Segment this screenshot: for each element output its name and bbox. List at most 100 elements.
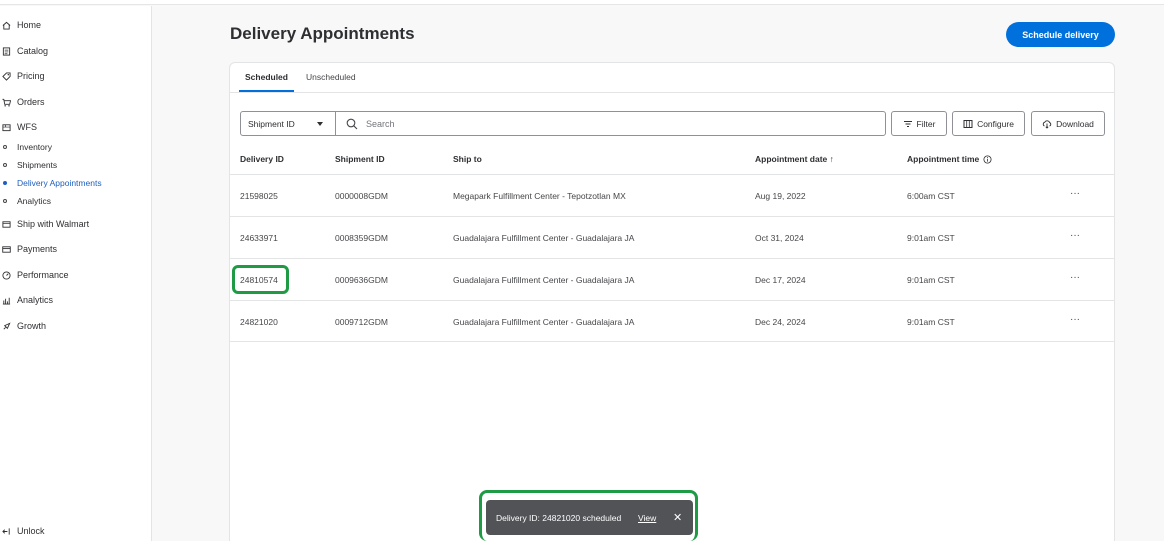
column-header-ship-to[interactable]: Ship to (453, 154, 482, 164)
filter-icon (903, 120, 912, 127)
chart-icon (1, 295, 11, 305)
close-icon[interactable]: ✕ (673, 511, 682, 524)
box-icon (1, 219, 11, 229)
tab-unscheduled[interactable]: Unscheduled (306, 72, 356, 92)
column-header-label: Appointment time (907, 154, 980, 164)
sidebar-item-growth[interactable]: Growth (0, 318, 46, 334)
appointment-date-cell: Dec 24, 2024 (755, 317, 806, 327)
sidebar-item-label: Pricing (17, 71, 45, 81)
tab-scheduled[interactable]: Scheduled (239, 72, 294, 92)
table-row[interactable]: 24633971 0008359GDM Guadalajara Fulfillm… (230, 216, 1114, 258)
bullet-icon (3, 163, 7, 167)
configure-button-label: Configure (977, 118, 1014, 129)
appointment-time-cell: 9:01am CST (907, 275, 955, 285)
sidebar-item-orders[interactable]: Orders (0, 94, 45, 110)
more-actions-icon[interactable]: ··· (1070, 272, 1080, 283)
search-field-select[interactable]: Shipment ID (240, 111, 336, 136)
home-icon (1, 20, 11, 30)
sidebar-item-ship-with-walmart[interactable]: Ship with Walmart (0, 216, 89, 232)
top-bar (0, 0, 1164, 5)
sidebar-item-payments[interactable]: Payments (0, 241, 57, 257)
table-row[interactable]: 24821020 0009712GDM Guadalajara Fulfillm… (230, 300, 1114, 342)
column-header-delivery-id[interactable]: Delivery ID (240, 154, 284, 164)
sidebar-item-analytics[interactable]: Analytics (0, 292, 53, 308)
column-header-appointment-date[interactable]: Appointment date ↑ (755, 154, 834, 164)
tab-bar: Scheduled Unscheduled (230, 63, 1114, 93)
search-box[interactable] (335, 111, 886, 136)
page-title: Delivery Appointments (230, 24, 415, 43)
sidebar: Home Catalog Pricing Orders WFS Inventor… (0, 6, 152, 541)
cart-icon (1, 97, 11, 107)
unlock-icon (1, 526, 11, 536)
sidebar-item-catalog[interactable]: Catalog (0, 43, 48, 59)
sidebar-subitem-label: Analytics (17, 196, 52, 206)
sidebar-item-label: Growth (17, 321, 47, 331)
sidebar-item-performance[interactable]: Performance (0, 267, 69, 283)
bullet-icon (3, 145, 7, 149)
chevron-down-icon (317, 122, 323, 126)
sidebar-subitem-label: Delivery Appointments (17, 178, 102, 188)
sidebar-item-wfs[interactable]: WFS (0, 119, 37, 135)
download-button-label: Download (1056, 118, 1094, 129)
shipment-id-cell: 0009712GDM (335, 317, 388, 327)
sidebar-item-label: Analytics (17, 295, 54, 305)
appointment-date-cell: Aug 19, 2022 (755, 191, 806, 201)
shipment-id-cell: 0009636GDM (335, 275, 388, 285)
appointments-card: Scheduled Unscheduled Shipment ID Filter… (229, 62, 1115, 541)
card-icon (1, 244, 11, 254)
sidebar-item-label: Performance (17, 270, 69, 280)
shipment-id-cell: 0000008GDM (335, 191, 388, 201)
sidebar-item-home[interactable]: Home (0, 17, 41, 33)
toast-notification: Delivery ID: 24821020 scheduled View ✕ (486, 500, 693, 535)
sidebar-subitem-shipments[interactable]: Shipments (0, 158, 57, 172)
appointment-date-cell: Oct 31, 2024 (755, 233, 804, 243)
search-icon (346, 118, 358, 129)
shipment-id-cell: 0008359GDM (335, 233, 388, 243)
sidebar-item-label: Catalog (17, 46, 49, 56)
appointment-date-cell: Dec 17, 2024 (755, 275, 806, 285)
ship-to-cell: Guadalajara Fulfillment Center - Guadala… (453, 317, 635, 327)
cloud-download-icon (1042, 119, 1052, 129)
column-header-appointment-time[interactable]: Appointment time (907, 154, 992, 164)
table-row[interactable]: 21598025 0000008GDM Megapark Fulfillment… (230, 174, 1114, 216)
sidebar-subitem-delivery-appointments[interactable]: Delivery Appointments (0, 176, 102, 190)
sidebar-item-label: Payments (17, 244, 58, 254)
sidebar-subitem-analytics[interactable]: Analytics (0, 194, 51, 208)
rocket-icon (1, 321, 11, 331)
appointment-time-cell: 9:01am CST (907, 233, 955, 243)
highlight-box (232, 265, 289, 294)
delivery-id-cell[interactable]: 21598025 (240, 191, 278, 201)
sidebar-subitem-inventory[interactable]: Inventory (0, 140, 52, 154)
sidebar-item-pricing[interactable]: Pricing (0, 68, 45, 84)
tag-icon (1, 71, 11, 81)
more-actions-icon[interactable]: ··· (1070, 230, 1080, 241)
filter-button[interactable]: Filter (891, 111, 947, 136)
search-input[interactable] (366, 118, 846, 129)
configure-button[interactable]: Configure (952, 111, 1025, 136)
column-header-shipment-id[interactable]: Shipment ID (335, 154, 385, 164)
schedule-delivery-button[interactable]: Schedule delivery (1006, 22, 1115, 47)
table-row[interactable]: 24810574 0009636GDM Guadalajara Fulfillm… (230, 258, 1114, 300)
toast-view-link[interactable]: View (638, 513, 656, 523)
more-actions-icon[interactable]: ··· (1070, 314, 1080, 325)
delivery-id-cell[interactable]: 24821020 (240, 317, 278, 327)
delivery-id-cell[interactable]: 24633971 (240, 233, 278, 243)
sidebar-item-label: WFS (17, 122, 37, 132)
filter-button-label: Filter (916, 118, 936, 129)
info-icon[interactable] (983, 154, 992, 164)
sidebar-subitem-label: Shipments (17, 160, 58, 170)
toast-message: Delivery ID: 24821020 scheduled (496, 512, 622, 523)
bullet-icon (3, 199, 7, 203)
ship-to-cell: Guadalajara Fulfillment Center - Guadala… (453, 275, 635, 285)
sidebar-item-label: Orders (17, 97, 45, 107)
appointment-time-cell: 9:01am CST (907, 317, 955, 327)
appointment-time-cell: 6:00am CST (907, 191, 955, 201)
gauge-icon (1, 270, 11, 280)
bullet-icon (3, 181, 7, 185)
download-button[interactable]: Download (1031, 111, 1105, 136)
sidebar-unlock-label: Unlock (17, 526, 45, 536)
sidebar-unlock[interactable]: Unlock (0, 523, 45, 539)
columns-icon (963, 119, 973, 128)
more-actions-icon[interactable]: ··· (1070, 188, 1080, 199)
ship-to-cell: Guadalajara Fulfillment Center - Guadala… (453, 233, 635, 243)
